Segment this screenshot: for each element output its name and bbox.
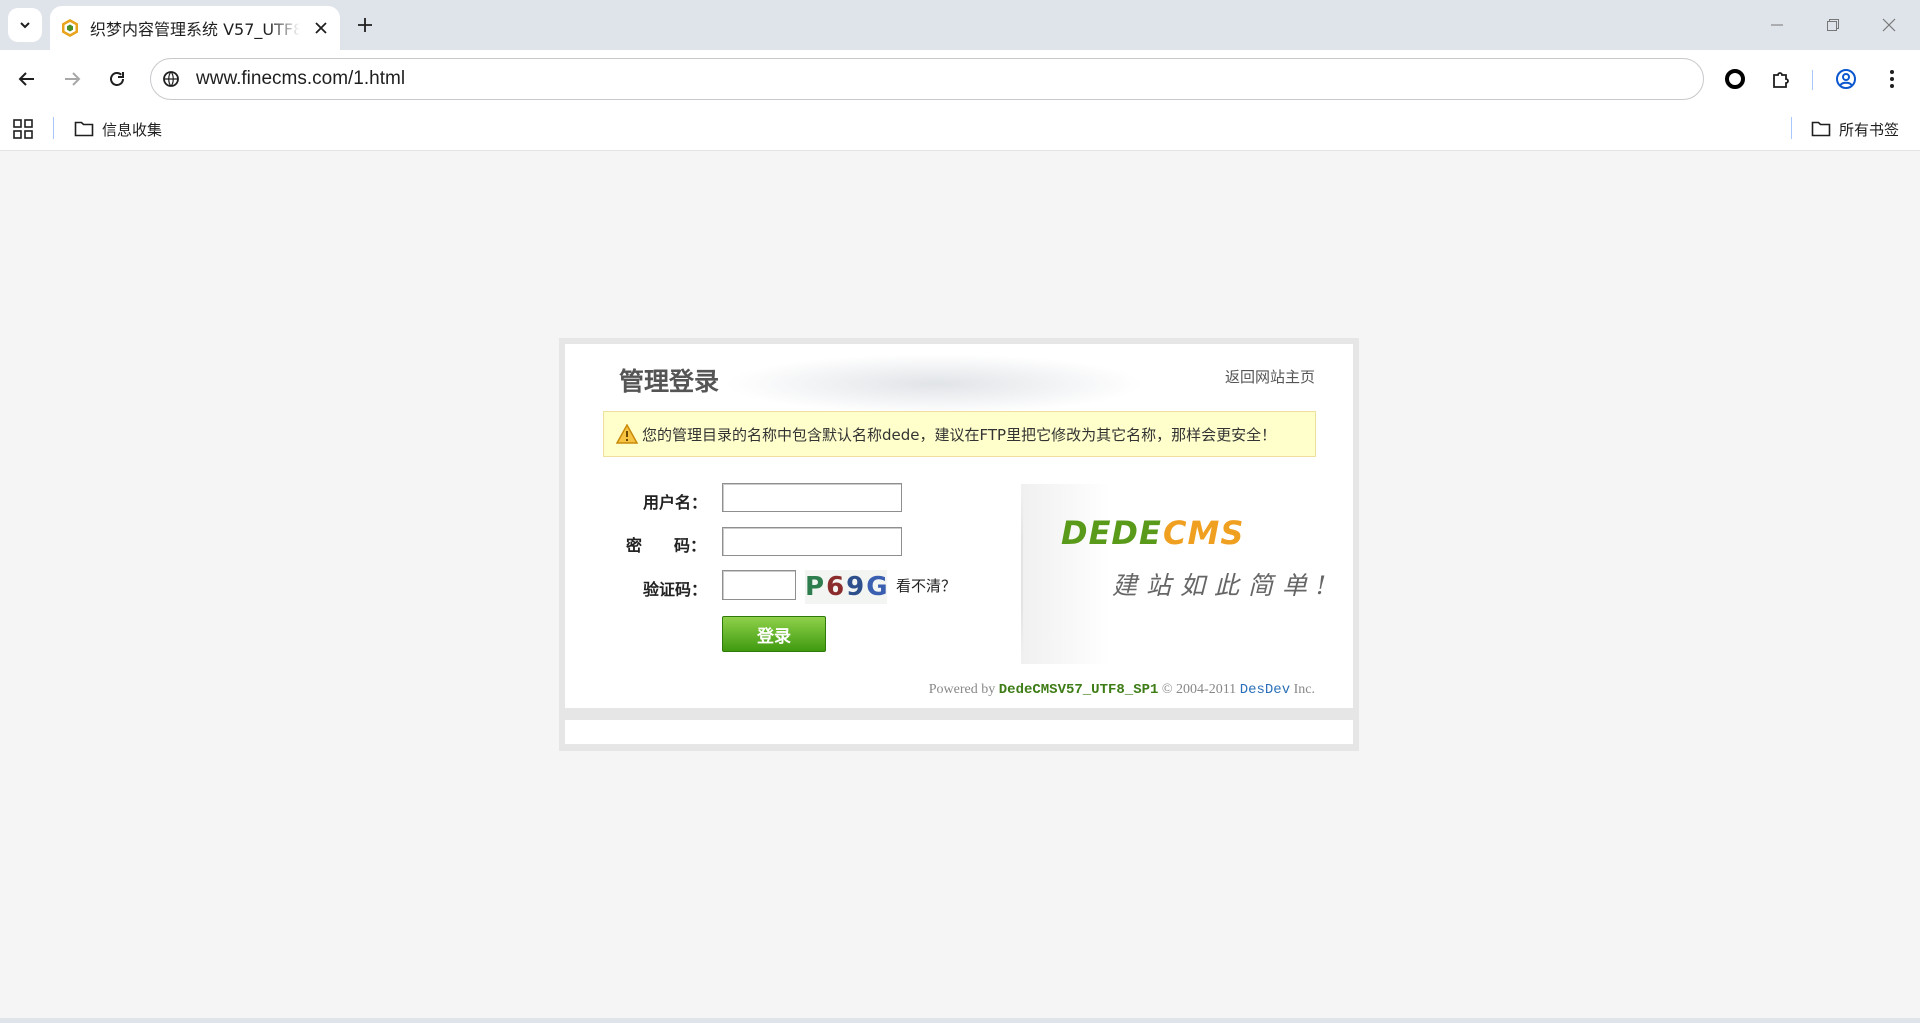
puzzle-icon bbox=[1773, 72, 1789, 88]
chevron-down-icon bbox=[20, 22, 30, 29]
apps-grid-icon[interactable] bbox=[12, 118, 34, 140]
warning-banner: 您的管理目录的名称中包含默认名称dede，建议在FTP里把它修改为其它名称，那样… bbox=[603, 411, 1316, 457]
title-glow bbox=[725, 354, 1145, 414]
site-info-icon[interactable] bbox=[159, 67, 183, 91]
logo-shade bbox=[1021, 484, 1111, 664]
close-window-button[interactable] bbox=[1866, 10, 1912, 40]
tab-search-button[interactable] bbox=[8, 8, 42, 42]
version-text[interactable]: DedeCMSV57_UTF8_SP1 bbox=[999, 682, 1159, 698]
svg-text:CMS: CMS bbox=[1163, 514, 1244, 552]
username-input[interactable] bbox=[722, 483, 902, 512]
restore-icon bbox=[1827, 19, 1839, 31]
arrow-right-icon bbox=[65, 72, 81, 86]
refresh-captcha-link[interactable]: 看不清？ bbox=[896, 575, 956, 596]
password-label: 密 码： bbox=[626, 536, 707, 555]
login-button[interactable]: 登录 bbox=[722, 616, 826, 652]
all-bookmarks-label: 所有书签 bbox=[1839, 120, 1900, 139]
arrow-left-icon bbox=[18, 72, 34, 86]
brand-slogan: 建站如此简单! bbox=[1112, 571, 1336, 600]
active-tab[interactable]: 织梦内容管理系统 V57_UTF8_SP1 bbox=[50, 6, 340, 50]
forward-button[interactable] bbox=[56, 63, 88, 95]
profile-button[interactable] bbox=[1830, 63, 1862, 95]
reload-button[interactable] bbox=[101, 63, 133, 95]
login-card: 管理登录 返回网站主页 您的管理目录的名称中包含默认名称dede，建议在FTP里… bbox=[565, 344, 1353, 708]
new-tab-button[interactable] bbox=[352, 12, 378, 38]
tab-strip: 织梦内容管理系统 V57_UTF8_SP1 bbox=[0, 0, 1920, 50]
bookmark-label: 信息收集 bbox=[102, 120, 163, 139]
vertical-divider bbox=[1021, 494, 1023, 654]
bookmark-folder-info[interactable]: 信息收集 bbox=[74, 116, 162, 142]
account-circle-icon bbox=[1836, 69, 1856, 89]
captcha-image[interactable]: P69G bbox=[805, 570, 888, 604]
plus-icon bbox=[358, 18, 372, 32]
password-input[interactable] bbox=[722, 527, 902, 556]
folder-icon bbox=[1811, 121, 1831, 137]
dedecms-logo: DEDE CMS bbox=[1061, 514, 1244, 552]
captcha-input[interactable] bbox=[722, 570, 796, 600]
developer-link[interactable]: DesDev bbox=[1240, 682, 1290, 698]
all-bookmarks-button[interactable]: 所有书签 bbox=[1811, 116, 1899, 142]
url-text[interactable]: www.finecms.com/1.html bbox=[196, 68, 405, 90]
powered-by-footer: Powered by DedeCMSV57_UTF8_SP1 © 2004-20… bbox=[928, 682, 1315, 698]
svg-text:DEDE: DEDE bbox=[1061, 514, 1162, 552]
back-to-home-link[interactable]: 返回网站主页 bbox=[1225, 366, 1315, 387]
captcha-label: 验证码： bbox=[643, 580, 708, 599]
warning-text: 您的管理目录的名称中包含默认名称dede，建议在FTP里把它修改为其它名称，那样… bbox=[642, 426, 1277, 444]
address-bar[interactable]: www.finecms.com/1.html bbox=[150, 58, 1704, 100]
browser-toolbar: www.finecms.com/1.html bbox=[0, 50, 1920, 108]
minimize-icon bbox=[1771, 24, 1783, 26]
warning-icon bbox=[616, 424, 638, 444]
page-title: 管理登录 bbox=[619, 367, 720, 396]
folder-icon bbox=[74, 121, 94, 137]
reload-icon bbox=[110, 72, 124, 86]
window-bottom-edge bbox=[0, 1018, 1920, 1023]
close-tab-icon[interactable] bbox=[310, 17, 332, 39]
close-icon bbox=[1882, 18, 1896, 32]
circle-extension-icon bbox=[1725, 69, 1745, 89]
login-panel: 管理登录 返回网站主页 您的管理目录的名称中包含默认名称dede，建议在FTP里… bbox=[559, 338, 1359, 751]
bookmark-separator bbox=[53, 117, 54, 139]
username-label: 用户名： bbox=[643, 493, 708, 512]
toolbar-separator bbox=[1812, 70, 1813, 90]
minimize-button[interactable] bbox=[1754, 10, 1800, 40]
login-bottom-bar bbox=[565, 720, 1353, 744]
dedecms-favicon-icon bbox=[62, 19, 78, 37]
tab-title: 织梦内容管理系统 V57_UTF8_SP1 bbox=[90, 20, 300, 39]
extension-circle-button[interactable] bbox=[1719, 63, 1751, 95]
more-vert-icon bbox=[1890, 70, 1894, 88]
menu-button[interactable] bbox=[1876, 63, 1908, 95]
restore-button[interactable] bbox=[1810, 10, 1856, 40]
extensions-button[interactable] bbox=[1765, 63, 1797, 95]
back-button[interactable] bbox=[11, 63, 43, 95]
bookmark-separator bbox=[1791, 117, 1792, 139]
bookmarks-bar: 信息收集 所有书签 bbox=[0, 108, 1920, 151]
